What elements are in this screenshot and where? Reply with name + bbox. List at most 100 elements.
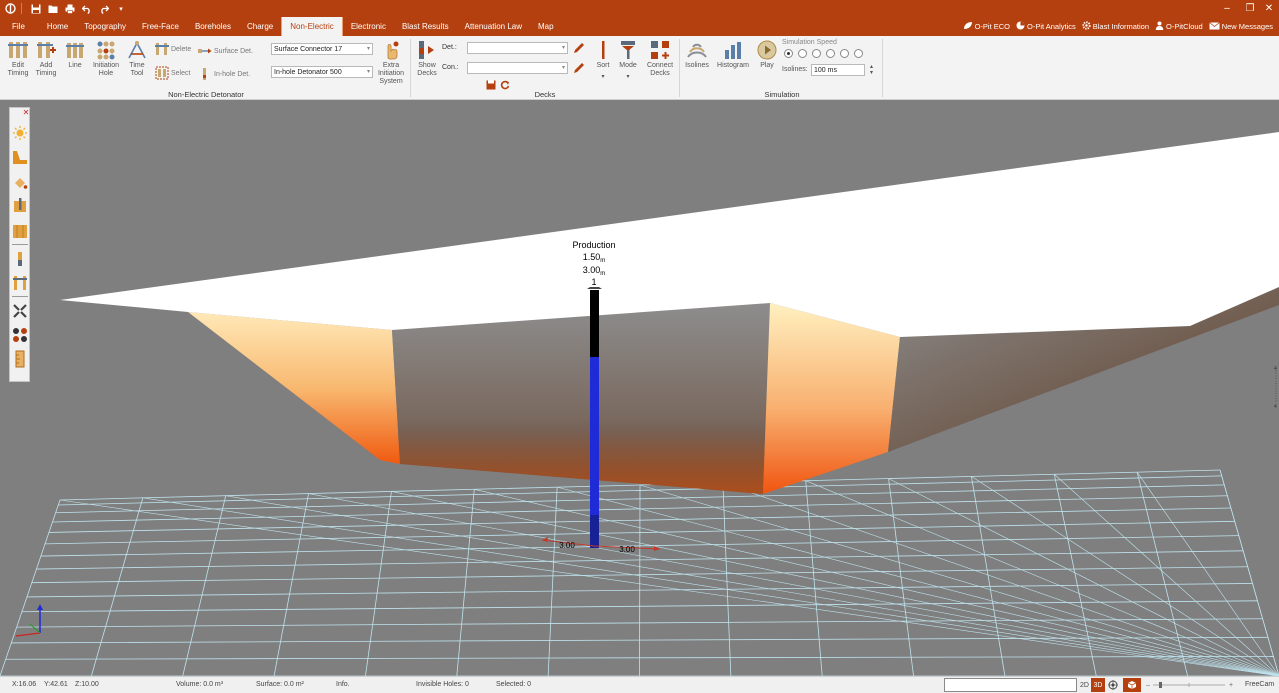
redo-icon[interactable]: [97, 2, 111, 16]
tab-free-face[interactable]: Free-Face: [134, 17, 187, 36]
new-messages-link[interactable]: New Messages: [1208, 21, 1273, 32]
refresh-icon: [500, 78, 510, 92]
paint-bucket-icon[interactable]: [11, 174, 29, 192]
tab-file[interactable]: File: [0, 17, 39, 36]
pit-right-wall: [763, 303, 900, 494]
vertical-hole-icon[interactable]: [11, 250, 29, 268]
speed-radio-3[interactable]: [812, 49, 821, 58]
tab-attenuation-law[interactable]: Attenuation Law: [457, 17, 530, 36]
hand-pointer-icon: [381, 40, 401, 60]
print-icon[interactable]: [63, 2, 77, 16]
isolines-button[interactable]: Isolines: [683, 40, 711, 70]
cube-view-icon[interactable]: [1123, 678, 1141, 692]
speed-radio-6[interactable]: [854, 49, 863, 58]
divider: [882, 39, 883, 97]
extra-initiation-system-button[interactable]: Extra Initiation System: [376, 40, 406, 86]
view-2d-button[interactable]: 2D: [1078, 678, 1091, 692]
histogram-label: Histogram: [717, 62, 749, 69]
inhole-det-select[interactable]: In-hole Detonator 500 ▾: [271, 66, 373, 78]
save-decks-button[interactable]: [486, 78, 498, 92]
speed-radio-2[interactable]: [798, 49, 807, 58]
axes-gizmo: [15, 604, 43, 637]
speed-radio-5[interactable]: [840, 49, 849, 58]
scene-canvas[interactable]: Production 1.50m 3.00m 1 3.00 3.00: [0, 100, 1279, 676]
o-pit-eco-link[interactable]: O-Pit ECO: [963, 21, 1010, 32]
grid-line: [0, 481, 806, 676]
inhole-det-label: In-hole Det.: [214, 70, 251, 78]
command-input[interactable]: [944, 678, 1077, 692]
3d-viewport[interactable]: Production 1.50m 3.00m 1 3.00 3.00: [0, 100, 1279, 676]
app-logo-icon[interactable]: [3, 2, 17, 16]
delete-button[interactable]: Delete: [155, 42, 191, 56]
edit-timing-button[interactable]: Edit Timing: [7, 40, 29, 78]
minimize-button[interactable]: –: [1217, 0, 1237, 17]
grid-line: [391, 491, 1279, 676]
tab-boreholes[interactable]: Boreholes: [187, 17, 239, 36]
tab-home[interactable]: Home: [39, 17, 76, 36]
expand-arrows-icon[interactable]: [11, 302, 29, 320]
right-panel-handle[interactable]: 44: [1273, 360, 1279, 410]
customize-icon[interactable]: ▾: [114, 2, 128, 16]
bench-icon[interactable]: [11, 222, 29, 240]
tab-electronic[interactable]: Electronic: [343, 17, 394, 36]
grid-line: [0, 498, 143, 676]
slope-icon[interactable]: [11, 148, 29, 166]
speed-radio-4[interactable]: [826, 49, 835, 58]
tab-non-electric[interactable]: Non-Electric: [281, 17, 343, 36]
refresh-decks-button[interactable]: [500, 78, 512, 92]
save-icon[interactable]: [29, 2, 43, 16]
connect-decks-button[interactable]: Connect Decks: [645, 40, 675, 78]
sun-icon[interactable]: [11, 124, 29, 142]
inhole-det-value: In-hole Detonator 500: [274, 69, 342, 76]
blast-information-label: Blast Information: [1092, 22, 1150, 31]
surface-det-select[interactable]: Surface Connector 17 ▾: [271, 43, 373, 55]
tab-topography[interactable]: Topography: [76, 17, 134, 36]
o-pit-analytics-link[interactable]: O-Pit Analytics: [1016, 21, 1076, 32]
sort-button[interactable]: Sort ▾: [593, 40, 613, 81]
hole-section-icon[interactable]: [11, 196, 29, 214]
coord-z: Z:10.00: [75, 681, 99, 688]
restore-button[interactable]: ❐: [1240, 0, 1260, 17]
histogram-button[interactable]: Histogram: [715, 40, 751, 70]
edit-det-button[interactable]: [572, 41, 588, 55]
connect-decks-icon: [650, 40, 670, 60]
zoom-slider[interactable]: [1153, 678, 1225, 692]
zoom-in-button[interactable]: +: [1227, 678, 1235, 692]
open-icon[interactable]: [46, 2, 60, 16]
blast-information-link[interactable]: Blast Information: [1082, 21, 1149, 32]
surface-det-label: Surface Det.: [214, 47, 253, 55]
view-3d-button[interactable]: 3D: [1091, 678, 1105, 692]
con-select[interactable]: ▾: [467, 62, 568, 74]
tab-charge[interactable]: Charge: [239, 17, 281, 36]
initiation-hole-button[interactable]: Initiation Hole: [91, 40, 121, 78]
o-pit-cloud-link[interactable]: O-PitCloud: [1155, 21, 1203, 32]
o-pit-eco-label: O-Pit ECO: [974, 22, 1010, 31]
pencil-icon: [572, 41, 586, 55]
cluster-icon[interactable]: [11, 326, 29, 344]
close-palette-icon[interactable]: ✕: [22, 108, 30, 117]
spinner-down-icon[interactable]: ▾: [870, 70, 873, 76]
det-select[interactable]: ▾: [467, 42, 568, 54]
tab-blast-results[interactable]: Blast Results: [394, 17, 457, 36]
info-readout: Info.: [336, 681, 350, 688]
mode-button[interactable]: Mode ▾: [617, 40, 639, 81]
orbit-icon[interactable]: [1107, 678, 1119, 692]
ruler-icon[interactable]: [11, 350, 29, 368]
add-timing-button[interactable]: Add Timing: [35, 40, 57, 78]
grid-line: [0, 472, 1137, 676]
time-tool-button[interactable]: Time Tool: [126, 40, 148, 78]
top-surface: [60, 132, 1279, 337]
hole-pair-icon[interactable]: [11, 274, 29, 292]
undo-icon[interactable]: [80, 2, 94, 16]
zoom-out-button[interactable]: –: [1144, 678, 1152, 692]
edit-con-button[interactable]: [572, 61, 588, 75]
close-button[interactable]: ✕: [1259, 0, 1279, 17]
show-decks-button[interactable]: Show Decks: [415, 40, 439, 78]
isolines-interval-input[interactable]: 100 ms: [811, 64, 865, 76]
speed-radio-1[interactable]: [784, 49, 793, 58]
line-button[interactable]: Line: [64, 40, 86, 70]
play-button[interactable]: Play: [756, 40, 778, 70]
tab-map[interactable]: Map: [530, 17, 562, 36]
grid-line: [225, 495, 1279, 676]
select-button[interactable]: Select: [155, 66, 190, 80]
